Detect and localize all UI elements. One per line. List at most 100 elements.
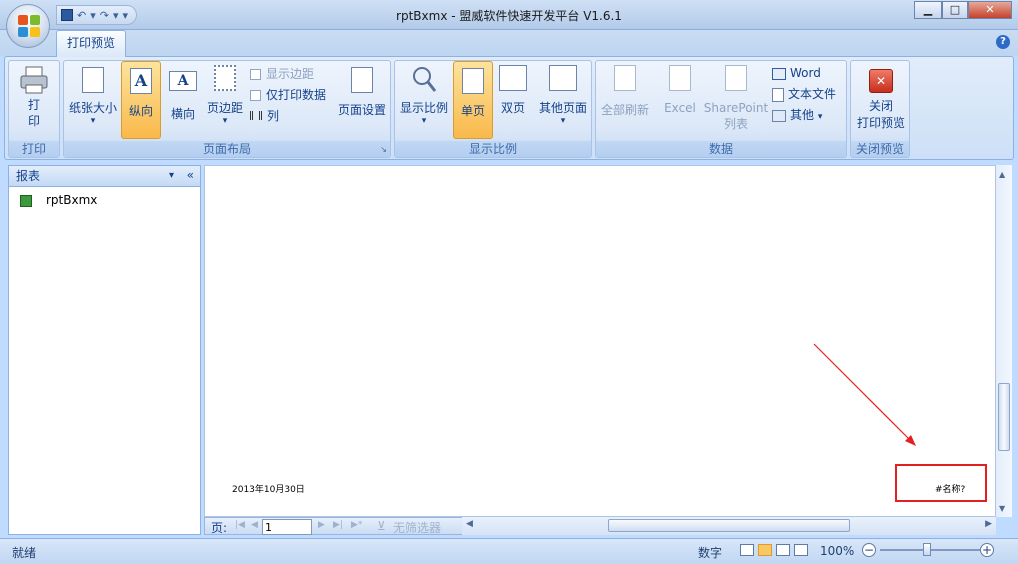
word-button[interactable]: Word bbox=[772, 64, 821, 82]
group-page-layout-label: 页面布局 bbox=[64, 141, 390, 157]
two-pages-label: 双页 bbox=[500, 101, 525, 115]
paper-size-button[interactable]: 纸张大小 ▾ bbox=[68, 65, 118, 137]
layout-view-icon[interactable] bbox=[776, 544, 790, 556]
print-preview-view-icon[interactable] bbox=[758, 544, 772, 556]
landscape-icon: A bbox=[169, 71, 197, 91]
magnifier-icon bbox=[413, 67, 437, 92]
zoom-in-button[interactable]: + bbox=[980, 543, 994, 557]
report-date: 2013年10月30日 bbox=[232, 485, 305, 495]
show-margins-checkbox[interactable]: 显示边距 bbox=[250, 65, 314, 83]
one-page-button[interactable]: 单页 bbox=[453, 61, 493, 139]
show-margins-label: 显示边距 bbox=[266, 67, 315, 81]
close-preview-button[interactable]: ✕ 关闭 打印预览 bbox=[853, 65, 909, 137]
text-file-icon bbox=[772, 87, 784, 102]
scroll-down-icon[interactable]: ▼ bbox=[999, 504, 1005, 513]
report-view-icon[interactable] bbox=[740, 544, 754, 556]
list-item[interactable]: rptBxmx bbox=[20, 192, 97, 208]
scroll-left-icon[interactable]: ◀ bbox=[466, 519, 473, 529]
close-red-icon: ✕ bbox=[869, 69, 893, 93]
print-button[interactable]: 打 印 bbox=[13, 65, 55, 135]
minimize-button[interactable]: ▁ bbox=[914, 1, 942, 19]
text-file-button[interactable]: 文本文件 bbox=[772, 85, 836, 103]
status-bar: 就绪 数字 100% − + bbox=[0, 538, 1018, 564]
office-logo-icon bbox=[18, 15, 40, 37]
print-label: 打 印 bbox=[27, 98, 40, 128]
group-print: 打 印 打印 bbox=[8, 60, 60, 158]
chevron-down-icon[interactable]: ▾ bbox=[169, 166, 174, 186]
page-number-input[interactable] bbox=[262, 519, 312, 535]
filter-icon: ⊻ bbox=[377, 519, 386, 533]
margins-label: 页边距 bbox=[206, 101, 243, 115]
excel-icon bbox=[669, 65, 691, 91]
group-data-label: 数据 bbox=[596, 141, 846, 157]
collapse-pane-icon[interactable]: « bbox=[187, 165, 194, 185]
scroll-up-icon[interactable]: ▲ bbox=[999, 170, 1005, 179]
columns-label: 列 bbox=[267, 109, 280, 123]
close-window-button[interactable]: ✕ bbox=[968, 1, 1012, 19]
sharepoint-icon bbox=[725, 65, 747, 91]
tab-print-preview[interactable]: 打印预览 bbox=[56, 30, 126, 57]
page-setup-label: 页面设置 bbox=[337, 103, 386, 117]
text-file-label: 文本文件 bbox=[788, 87, 837, 101]
landscape-button[interactable]: A 横向 bbox=[164, 65, 202, 137]
refresh-all-button[interactable]: 全部刷新 bbox=[598, 65, 652, 137]
zoom-slider-thumb[interactable] bbox=[923, 543, 931, 556]
print-data-only-checkbox[interactable]: 仅打印数据 bbox=[250, 86, 326, 104]
more-export-button[interactable]: 其他 ▾ bbox=[772, 106, 822, 126]
more-pages-button[interactable]: 其他页面 ▾ bbox=[535, 65, 591, 137]
group-zoom-label: 显示比例 bbox=[395, 141, 591, 157]
office-button[interactable] bbox=[6, 4, 50, 48]
help-icon[interactable]: ? bbox=[996, 35, 1010, 49]
chevron-down-icon: ▾ bbox=[817, 112, 823, 122]
more-pages-icon bbox=[549, 65, 577, 91]
next-page-icon[interactable]: ▶ bbox=[318, 520, 325, 530]
design-view-icon[interactable] bbox=[794, 544, 808, 556]
portrait-button[interactable]: A 纵向 bbox=[121, 61, 161, 139]
columns-button[interactable]: 列 bbox=[250, 107, 279, 125]
last-page-icon[interactable]: ▶| bbox=[333, 520, 343, 530]
highlight-box bbox=[895, 464, 987, 502]
ribbon-tabstrip bbox=[0, 30, 1018, 56]
scroll-thumb[interactable] bbox=[998, 383, 1010, 451]
zoom-button[interactable]: 显示比例 ▾ bbox=[397, 65, 451, 137]
chevron-down-icon: ▾ bbox=[90, 116, 96, 126]
margins-button[interactable]: 页边距 ▾ bbox=[204, 65, 246, 137]
word-icon bbox=[772, 67, 786, 80]
horizontal-scrollbar[interactable]: ◀ ▶ bbox=[462, 517, 996, 535]
word-label: Word bbox=[790, 66, 821, 80]
sharepoint-button[interactable]: SharePoint 列表 bbox=[702, 65, 770, 137]
two-pages-button[interactable]: 双页 bbox=[495, 65, 531, 137]
refresh-icon bbox=[614, 65, 636, 91]
scroll-right-icon[interactable]: ▶ bbox=[985, 519, 992, 529]
page-setup-button[interactable]: 页面设置 bbox=[336, 65, 388, 137]
new-record-icon[interactable]: ▶* bbox=[351, 520, 362, 530]
checkbox-icon bbox=[250, 69, 261, 80]
group-page-layout: 纸张大小 ▾ A 纵向 A 横向 页边距 ▾ 显示边距 仅打印数据 列 页面设置… bbox=[63, 60, 391, 158]
excel-button[interactable]: Excel bbox=[660, 65, 700, 137]
vertical-scrollbar[interactable]: ▲ ▼ bbox=[996, 165, 1012, 517]
zoom-level: 100% bbox=[820, 544, 855, 558]
close-label: 关闭 bbox=[868, 99, 893, 113]
chevron-down-icon: ▾ bbox=[222, 116, 228, 126]
hscroll-thumb[interactable] bbox=[608, 519, 850, 532]
paper-size-icon bbox=[82, 67, 104, 93]
chevron-down-icon: ▾ bbox=[421, 116, 427, 126]
first-page-icon[interactable]: |◀ bbox=[235, 520, 245, 530]
report-icon bbox=[20, 194, 32, 207]
no-filter-label[interactable]: 无筛选器 bbox=[393, 519, 441, 536]
group-data: 全部刷新 Excel SharePoint 列表 Word 文本文件 其他 ▾ … bbox=[595, 60, 847, 158]
close-preview-label: 打印预览 bbox=[856, 116, 905, 130]
prev-page-icon[interactable]: ◀ bbox=[251, 520, 258, 530]
dialog-launcher-icon[interactable]: ↘ bbox=[380, 145, 387, 154]
status-ready: 就绪 bbox=[12, 546, 37, 560]
more-export-label: 其他 bbox=[790, 108, 815, 122]
more-pages-label: 其他页面 bbox=[538, 101, 587, 115]
landscape-label: 横向 bbox=[170, 107, 195, 121]
maximize-button[interactable]: □ bbox=[942, 1, 968, 19]
navigation-pane-header[interactable]: 报表 ▾ « bbox=[8, 165, 201, 187]
zoom-out-button[interactable]: − bbox=[862, 543, 876, 557]
more-export-icon bbox=[772, 109, 786, 122]
status-numlock: 数字 bbox=[698, 546, 723, 560]
report-item-label: rptBxmx bbox=[46, 193, 98, 207]
sharepoint-label: SharePoint bbox=[703, 101, 769, 115]
